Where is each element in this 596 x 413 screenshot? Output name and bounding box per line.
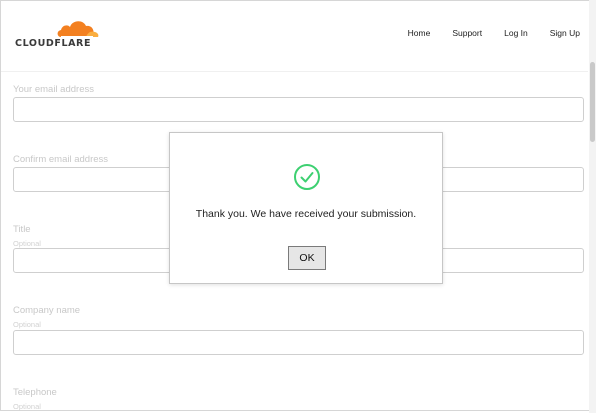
browser-frame: CLOUDFLARE Home Support Log In Sign Up Y… (0, 0, 594, 411)
site-header: CLOUDFLARE Home Support Log In Sign Up (1, 1, 588, 72)
confirmation-message: Thank you. We have received your submiss… (195, 208, 417, 220)
title-optional-hint: Optional (13, 239, 41, 248)
ok-button[interactable]: OK (288, 246, 326, 270)
email-label: Your email address (13, 84, 94, 95)
telephone-label: Telephone (13, 387, 57, 398)
company-name-label: Company name (13, 305, 81, 316)
company-optional-hint: Optional (13, 320, 41, 329)
submission-dialog: Thank you. We have received your submiss… (169, 132, 443, 284)
cloud-icon (57, 21, 99, 37)
nav-support-link[interactable]: Support (452, 28, 482, 38)
title-label: Title (13, 224, 31, 235)
scrollbar-track[interactable] (589, 0, 596, 413)
scrollbar-thumb[interactable] (590, 62, 595, 142)
nav-login-link[interactable]: Log In (504, 28, 528, 38)
brand-name: CLOUDFLARE (15, 38, 92, 49)
nav-home-link[interactable]: Home (408, 28, 431, 38)
nav-signup-link[interactable]: Sign Up (550, 28, 580, 38)
telephone-optional-hint: Optional (13, 402, 41, 411)
email-field[interactable] (13, 97, 584, 122)
main-nav: Home Support Log In Sign Up (386, 28, 580, 38)
cloudflare-logo[interactable]: CLOUDFLARE (15, 17, 101, 49)
company-name-field[interactable] (13, 330, 584, 355)
check-circle-icon (294, 164, 320, 190)
confirm-email-label: Confirm email address (13, 154, 109, 165)
